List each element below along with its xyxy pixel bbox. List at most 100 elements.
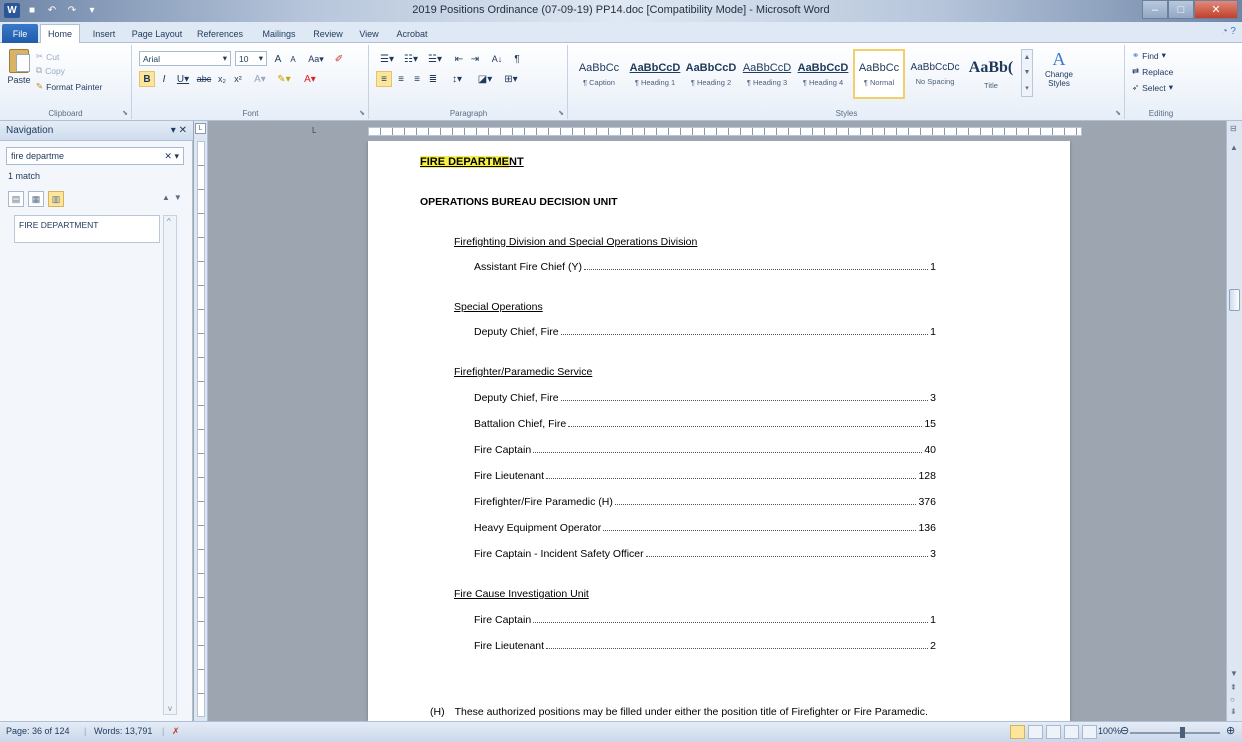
style-heading-3[interactable]: AaBbCcD ¶ Heading 3: [741, 49, 793, 99]
horizontal-ruler-scale[interactable]: [368, 127, 1082, 136]
shading-icon[interactable]: ◪▾: [474, 71, 496, 87]
tab-selector-icon[interactable]: L: [195, 123, 206, 134]
next-page-icon[interactable]: ⇟: [1230, 707, 1237, 716]
navigation-scrollbar[interactable]: [163, 215, 177, 715]
subscript-icon[interactable]: x₂: [215, 71, 229, 87]
paragraph-launcher-icon[interactable]: ⬊: [558, 109, 564, 117]
tab-stop-icon[interactable]: L: [312, 126, 316, 135]
chevron-down-icon[interactable]: ▼: [1024, 69, 1031, 76]
zoom-slider[interactable]: [1130, 732, 1220, 734]
help-icon[interactable]: ◔ ?: [1222, 26, 1236, 37]
close-button[interactable]: ✕: [1194, 0, 1238, 19]
grow-font-icon[interactable]: A: [271, 51, 285, 67]
zoom-level[interactable]: 100%: [1098, 726, 1121, 736]
style-heading-4[interactable]: AaBbCcD ¶ Heading 4: [797, 49, 849, 99]
zoom-slider-handle[interactable]: [1180, 727, 1185, 738]
style-normal[interactable]: AaBbCc ¶ Normal: [853, 49, 905, 99]
paste-button[interactable]: Paste: [6, 49, 32, 101]
clear-formatting-icon[interactable]: ✐: [331, 51, 347, 67]
copy-button[interactable]: ⧉ Copy: [36, 65, 65, 76]
font-name-select[interactable]: Arial ▾: [139, 51, 231, 66]
highlight-color-icon[interactable]: ✎▾: [273, 71, 295, 87]
search-options-icon[interactable]: ▾: [174, 151, 179, 161]
numbering-icon[interactable]: ☷▾: [400, 51, 422, 67]
scroll-down-icon[interactable]: ▼: [1230, 669, 1238, 678]
sort-icon[interactable]: A↓: [488, 51, 506, 67]
proofing-error-icon[interactable]: ✗: [172, 726, 180, 737]
print-layout-view-icon[interactable]: [1010, 725, 1025, 739]
font-launcher-icon[interactable]: ⬊: [359, 109, 365, 117]
line-spacing-icon[interactable]: ↕▾: [446, 71, 468, 87]
view-ruler-icon[interactable]: ⊟: [1230, 124, 1237, 133]
cut-button[interactable]: ✂ Cut: [36, 51, 59, 62]
align-center-icon[interactable]: ≡: [394, 71, 408, 87]
pages-view-icon[interactable]: ▦: [28, 191, 44, 207]
italic-icon[interactable]: I: [157, 71, 171, 87]
tab-insert[interactable]: Insert: [84, 25, 124, 43]
chevron-down-icon[interactable]: ▾: [171, 125, 176, 136]
scroll-thumb[interactable]: [1229, 289, 1240, 311]
zoom-out-icon[interactable]: ⊖: [1120, 724, 1129, 737]
tab-file[interactable]: File: [2, 24, 38, 43]
tab-acrobat[interactable]: Acrobat: [390, 25, 434, 43]
style-heading-1[interactable]: AaBbCcD ¶ Heading 1: [629, 49, 681, 99]
font-size-select[interactable]: 10 ▾: [235, 51, 267, 66]
results-view-icon[interactable]: ▥: [48, 191, 64, 207]
select-button[interactable]: ➶ Select ▾: [1132, 82, 1173, 93]
close-icon[interactable]: ✕: [179, 125, 187, 136]
search-result-item[interactable]: FIRE DEPARTMENT: [14, 215, 160, 243]
font-color-icon[interactable]: A▾: [299, 71, 321, 87]
change-case-icon[interactable]: Aa▾: [305, 51, 327, 67]
borders-icon[interactable]: ⊞▾: [500, 71, 522, 87]
previous-result-icon[interactable]: ▲: [162, 193, 174, 202]
full-screen-reading-view-icon[interactable]: [1028, 725, 1043, 739]
styles-gallery-scroll[interactable]: ▲ ▼ ▾: [1021, 49, 1033, 97]
align-left-icon[interactable]: ≡: [376, 71, 392, 87]
bullets-icon[interactable]: ☰▾: [376, 51, 398, 67]
next-result-icon[interactable]: ▼: [174, 193, 186, 202]
maximize-button[interactable]: □: [1168, 0, 1194, 19]
increase-indent-icon[interactable]: ⇥: [468, 51, 482, 67]
draft-view-icon[interactable]: [1082, 725, 1097, 739]
text-effects-icon[interactable]: A▾: [251, 71, 269, 87]
strikethrough-icon[interactable]: abc: [195, 71, 213, 87]
zoom-in-icon[interactable]: ⊕: [1226, 724, 1235, 737]
tab-review[interactable]: Review: [308, 25, 348, 43]
superscript-icon[interactable]: x²: [231, 71, 245, 87]
headings-view-icon[interactable]: ▤: [8, 191, 24, 207]
find-button[interactable]: ⚭ Find ▾: [1132, 50, 1166, 61]
change-styles-button[interactable]: A Change Styles: [1039, 49, 1079, 101]
navigation-search-input[interactable]: fire departme ✕ ▾: [6, 147, 184, 165]
outline-view-icon[interactable]: [1064, 725, 1079, 739]
style-no-spacing[interactable]: AaBbCcDc No Spacing: [909, 49, 961, 99]
decrease-indent-icon[interactable]: ⇤: [452, 51, 466, 67]
bold-icon[interactable]: B: [139, 71, 155, 87]
tab-references[interactable]: References: [190, 25, 250, 43]
style-caption[interactable]: AaBbCc ¶ Caption: [573, 49, 625, 99]
style-heading-2[interactable]: AaBbCcD ¶ Heading 2: [685, 49, 737, 99]
tab-mailings[interactable]: Mailings: [254, 25, 304, 43]
browse-object-icon[interactable]: ○: [1230, 695, 1235, 704]
word-count[interactable]: Words: 13,791: [94, 726, 152, 736]
format-painter-button[interactable]: ✎ Format Painter: [36, 81, 102, 92]
tab-view[interactable]: View: [352, 25, 386, 43]
show-marks-icon[interactable]: ¶: [510, 51, 524, 67]
multilevel-list-icon[interactable]: ☱▾: [424, 51, 446, 67]
justify-icon[interactable]: ≣: [426, 71, 440, 87]
gallery-more-icon[interactable]: ▾: [1025, 84, 1029, 92]
clipboard-launcher-icon[interactable]: ⬊: [122, 109, 128, 117]
document-page[interactable]: FIRE DEPARTMENT OPERATIONS BUREAU DECISI…: [368, 141, 1070, 721]
underline-icon[interactable]: U▾: [173, 71, 193, 87]
clear-search-icon[interactable]: ✕: [164, 151, 172, 161]
tab-home[interactable]: Home: [40, 24, 80, 43]
align-right-icon[interactable]: ≡: [410, 71, 424, 87]
chevron-up-icon[interactable]: ▲: [1024, 54, 1031, 61]
web-layout-view-icon[interactable]: [1046, 725, 1061, 739]
tab-page-layout[interactable]: Page Layout: [128, 25, 186, 43]
replace-button[interactable]: ⇄ Replace: [1132, 66, 1173, 77]
scroll-up-icon[interactable]: ▲: [1230, 143, 1238, 152]
previous-page-icon[interactable]: ⇞: [1230, 683, 1237, 692]
page-count[interactable]: Page: 36 of 124: [6, 726, 70, 736]
vertical-scrollbar[interactable]: ⊟ ▲ ▼ ⇞ ○ ⇟: [1226, 121, 1242, 721]
shrink-font-icon[interactable]: A: [286, 51, 300, 67]
